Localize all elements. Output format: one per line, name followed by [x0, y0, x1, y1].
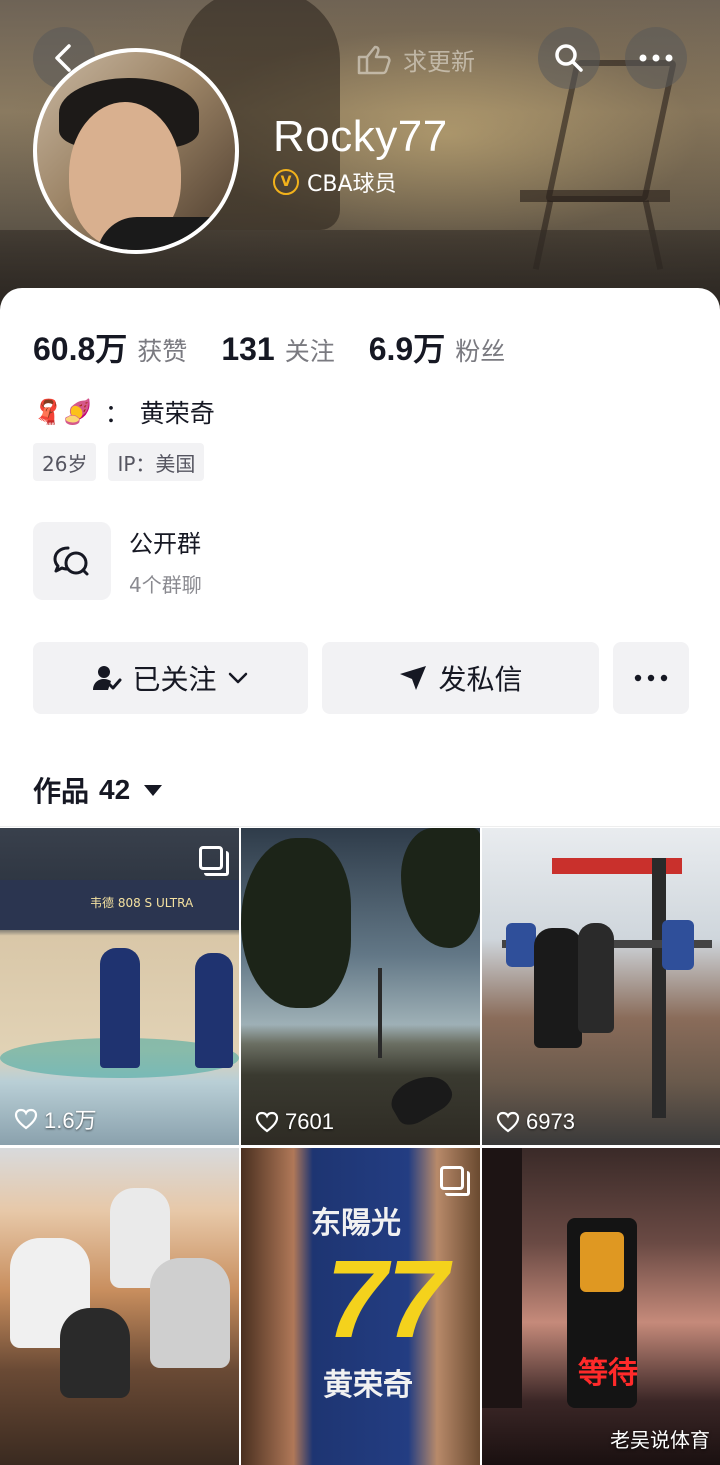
ask-update-button[interactable]: 求更新: [355, 42, 475, 76]
stat-likes[interactable]: 60.8万 获赞: [33, 324, 187, 370]
gym-rack-post: [652, 858, 666, 1118]
group-subtitle: 4个群聊: [129, 573, 202, 597]
tower-shape: [378, 968, 382, 1058]
more-dots-icon: [634, 674, 668, 682]
walk-signal: [580, 1232, 624, 1292]
thumb-update-icon: [357, 45, 391, 75]
wait-signal-text: 等待: [578, 1356, 638, 1391]
stat-label: 关注: [284, 337, 335, 366]
group-icon-box: [33, 522, 111, 600]
stat-value: 131: [221, 331, 275, 367]
works-tab-label: 作品: [33, 775, 90, 808]
chat-bubbles-icon: [53, 546, 89, 576]
age-tag: 26岁: [33, 443, 97, 481]
avatar-shirt: [97, 217, 235, 250]
more-dots-icon: [639, 54, 673, 62]
stat-label: 粉丝: [455, 337, 506, 366]
works-tab[interactable]: 作品 42: [33, 770, 163, 810]
jersey-name: 黄荣奇: [323, 1368, 413, 1403]
tree-shape: [241, 838, 351, 1008]
player-figure: [100, 948, 140, 1068]
like-count: 6973: [496, 1109, 575, 1135]
heart-icon: [14, 1108, 38, 1130]
verification-label: CBA球员: [307, 172, 397, 197]
ip-location-tag: IP：美国: [108, 443, 205, 481]
user-check-icon: [93, 666, 122, 690]
court-ad-board: 韦德 808 S ULTRA: [0, 880, 239, 930]
weight-plate: [506, 923, 536, 967]
caret-down-icon: [144, 784, 163, 796]
public-group-entry[interactable]: 公开群 4个群聊: [33, 522, 202, 600]
work-thumbnail[interactable]: 7601: [241, 828, 480, 1145]
multi-image-icon: [199, 846, 229, 876]
work-thumbnail[interactable]: 东陽光 77 黄荣奇: [241, 1148, 480, 1465]
verification-row: V CBA球员: [273, 166, 397, 198]
watermark: 老吴说体育: [610, 1428, 710, 1452]
tab-divider: [0, 826, 720, 827]
multi-image-icon: [440, 1166, 470, 1196]
more-options-button[interactable]: [625, 27, 687, 89]
shoe-shape: [385, 1065, 457, 1131]
followed-label: 已关注: [132, 663, 217, 696]
person-figure: [60, 1308, 130, 1398]
like-count-value: 6973: [526, 1109, 575, 1134]
group-text: 公开群 4个群聊: [129, 524, 202, 598]
group-title: 公开群: [129, 530, 201, 558]
like-count: 7601: [255, 1109, 334, 1135]
stat-value: 60.8万: [33, 331, 128, 367]
search-button[interactable]: [538, 27, 600, 89]
work-thumbnail[interactable]: 6973: [482, 828, 720, 1145]
nickname: Rocky77: [273, 112, 448, 161]
works-count: 42: [99, 774, 131, 805]
palm-shape: [401, 828, 480, 948]
verified-badge-icon: V: [273, 169, 299, 195]
works-grid: 韦德 808 S ULTRA 1.6万 7601 6973 东陽光 77 黄荣奇…: [0, 828, 720, 1465]
profile-tags: 26岁 IP：美国: [33, 443, 205, 481]
bio-separator: ：: [104, 399, 130, 428]
search-icon: [555, 44, 583, 72]
chevron-down-icon: [228, 672, 247, 684]
avatar[interactable]: [33, 48, 239, 254]
stat-value: 6.9万: [368, 331, 446, 367]
like-count: 1.6万: [14, 1103, 97, 1135]
bio-emoji: 🧣🍠: [33, 398, 93, 426]
like-count-value: 7601: [285, 1109, 334, 1134]
person-figure: [578, 923, 614, 1033]
bio: 🧣🍠 ： 黄荣奇: [33, 394, 215, 430]
more-actions-button[interactable]: [613, 642, 689, 714]
jersey-number: 77: [326, 1238, 449, 1361]
stat-followers[interactable]: 6.9万 粉丝: [369, 324, 506, 370]
stat-label: 获赞: [137, 337, 188, 366]
action-buttons: 已关注 发私信: [33, 642, 689, 714]
ask-update-label: 求更新: [403, 47, 475, 76]
like-count-value: 1.6万: [44, 1108, 97, 1133]
stats-row: 60.8万 获赞 131 关注 6.9万 粉丝: [33, 324, 539, 370]
followed-button[interactable]: 已关注: [33, 642, 308, 714]
building-shape: [482, 1148, 522, 1408]
person-figure: [534, 928, 582, 1048]
bio-text: 黄荣奇: [139, 399, 215, 428]
profile-card: 60.8万 获赞 131 关注 6.9万 粉丝 🧣🍠 ： 黄荣奇 26岁 IP：…: [0, 288, 720, 1465]
person-figure: [150, 1258, 230, 1368]
player-figure: [195, 953, 233, 1068]
stat-following[interactable]: 131 关注: [221, 331, 334, 368]
send-message-button[interactable]: 发私信: [322, 642, 599, 714]
ad-text: 韦德 808 S ULTRA: [90, 896, 194, 910]
heart-icon: [496, 1111, 520, 1133]
work-thumbnail[interactable]: 等待 老吴说体育: [482, 1148, 720, 1465]
work-thumbnail[interactable]: [0, 1148, 239, 1465]
send-icon: [400, 666, 427, 690]
heart-icon: [255, 1111, 279, 1133]
weight-plate: [662, 920, 694, 970]
send-message-label: 发私信: [438, 663, 523, 696]
work-thumbnail[interactable]: 韦德 808 S ULTRA 1.6万: [0, 828, 239, 1145]
